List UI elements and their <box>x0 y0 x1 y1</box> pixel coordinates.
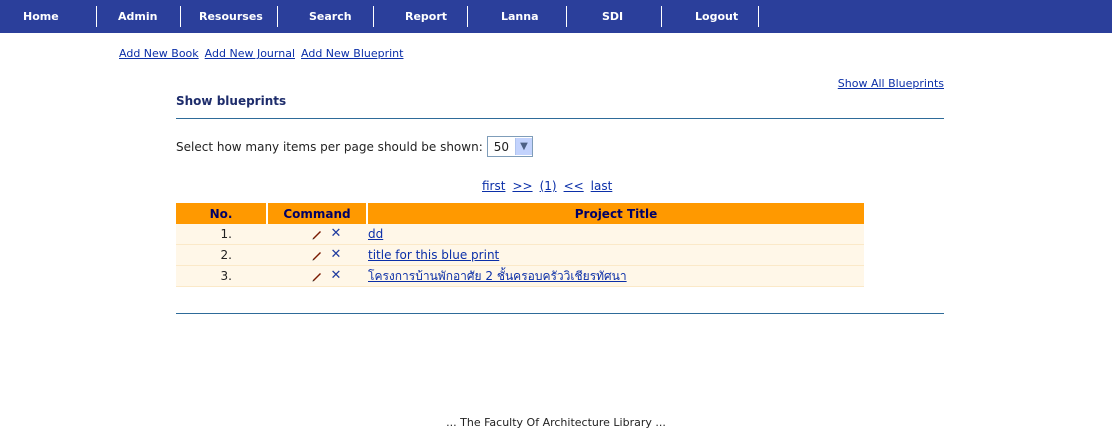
footer-text: ... The Faculty Of Architecture Library … <box>446 416 666 429</box>
nav-lanna[interactable]: Lanna <box>494 0 546 33</box>
add-links: Add New Book Add New Journal Add New Bluep… <box>119 47 409 60</box>
chevron-down-icon[interactable]: ▼ <box>515 138 533 155</box>
page: Home Admin Resourses Search Report Lanna… <box>0 0 1112 432</box>
table-row: 1. ✕ dd <box>176 224 864 245</box>
add-book-link[interactable]: Add New Book <box>119 47 199 60</box>
per-page-row: Select how many items per page should be… <box>176 136 534 157</box>
table-header: No. Command Project Title <box>176 203 864 224</box>
table-row: 3. ✕ โครงการบ้านพักอาศัย 2 ชั้นครอบครัวว… <box>176 266 864 287</box>
nav-home[interactable]: Home <box>16 0 66 33</box>
delete-x-icon[interactable]: ✕ <box>331 227 342 240</box>
nav-separator <box>373 6 374 27</box>
edit-pencil-icon[interactable] <box>311 249 323 261</box>
row-commands: ✕ <box>266 266 364 286</box>
nav-logout[interactable]: Logout <box>688 0 745 33</box>
nav-separator <box>96 6 97 27</box>
add-blueprint-link[interactable]: Add New Blueprint <box>301 47 403 60</box>
nav-admin[interactable]: Admin <box>111 0 164 33</box>
row-number: 3. <box>220 269 232 283</box>
nav-separator <box>758 6 759 27</box>
pager-first-link[interactable]: first <box>482 179 505 193</box>
per-page-label: Select how many items per page should be… <box>176 139 483 154</box>
pager-last-link[interactable]: last <box>591 179 613 193</box>
row-commands: ✕ <box>266 245 364 265</box>
edit-pencil-icon[interactable] <box>311 270 323 282</box>
nav-separator <box>661 6 662 27</box>
nav-search[interactable]: Search <box>302 0 359 33</box>
column-header-no: No. <box>176 203 266 224</box>
blueprints-table: No. Command Project Title 1. ✕ dd 2. ✕ t… <box>176 203 864 287</box>
column-header-command: Command <box>266 203 366 224</box>
row-number: 2. <box>220 248 232 262</box>
nav-separator <box>180 6 181 27</box>
project-title-link[interactable]: โครงการบ้านพักอาศัย 2 ชั้นครอบครัววิเชีย… <box>368 267 627 286</box>
table-row: 2. ✕ title for this blue print <box>176 245 864 266</box>
nav-separator <box>566 6 567 27</box>
column-header-project-title: Project Title <box>366 203 864 224</box>
pager-next-link[interactable]: >> <box>512 179 532 193</box>
row-title-cell: title for this blue print <box>364 245 860 265</box>
pager-prev-link[interactable]: << <box>564 179 584 193</box>
nav-report[interactable]: Report <box>398 0 454 33</box>
nav-resourses[interactable]: Resourses <box>192 0 270 33</box>
delete-x-icon[interactable]: ✕ <box>331 269 342 282</box>
project-title-link[interactable]: title for this blue print <box>368 248 499 262</box>
pager-current-page[interactable]: (1) <box>540 179 557 193</box>
show-all-blueprints-link[interactable]: Show All Blueprints <box>838 77 944 90</box>
row-number: 1. <box>220 227 232 241</box>
pagination: first >> (1) << last <box>482 179 619 193</box>
edit-pencil-icon[interactable] <box>311 228 323 240</box>
per-page-select[interactable]: 50 ▼ <box>486 136 534 157</box>
row-title-cell: dd <box>364 224 860 244</box>
top-navbar: Home Admin Resourses Search Report Lanna… <box>0 0 1112 33</box>
nav-separator <box>277 6 278 27</box>
project-title-link[interactable]: dd <box>368 227 383 241</box>
divider <box>176 118 944 119</box>
page-title: Show blueprints <box>176 94 287 108</box>
nav-sdi[interactable]: SDI <box>595 0 630 33</box>
delete-x-icon[interactable]: ✕ <box>331 248 342 261</box>
divider <box>176 313 944 314</box>
row-commands: ✕ <box>266 224 364 244</box>
row-title-cell: โครงการบ้านพักอาศัย 2 ชั้นครอบครัววิเชีย… <box>364 266 860 286</box>
nav-separator <box>467 6 468 27</box>
add-journal-link[interactable]: Add New Journal <box>205 47 295 60</box>
per-page-value: 50 <box>493 139 510 154</box>
